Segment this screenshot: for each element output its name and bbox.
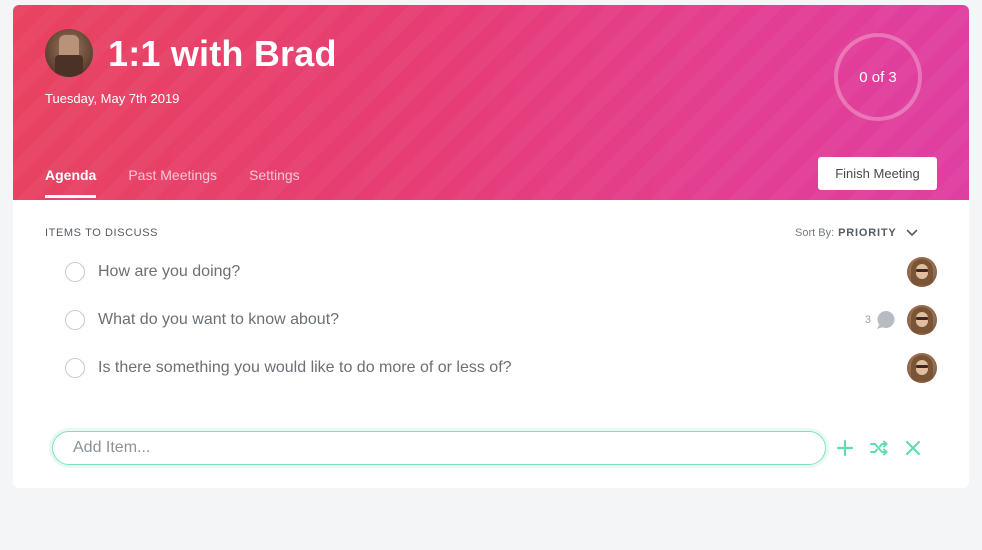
chevron-down-icon (907, 229, 918, 236)
finish-meeting-button[interactable]: Finish Meeting (818, 157, 937, 190)
shuffle-icon[interactable] (869, 438, 889, 458)
item-text[interactable]: Is there something you would like to do … (98, 359, 512, 377)
agenda-item: How are you doing? (65, 257, 937, 291)
agenda-item: Is there something you would like to do … (65, 353, 937, 387)
item-checkbox[interactable] (65, 262, 85, 282)
item-text[interactable]: How are you doing? (98, 263, 240, 281)
agenda-item: What do you want to know about? 3 (65, 305, 937, 339)
item-comments[interactable]: 3 (865, 310, 897, 330)
sort-prefix: Sort By: (795, 227, 835, 239)
plus-icon[interactable] (835, 438, 855, 458)
comment-count: 3 (864, 314, 871, 326)
progress-text: 0 of 3 (859, 68, 897, 86)
items-section-label: ITEMS TO DISCUSS (45, 227, 159, 239)
add-item-input[interactable] (73, 432, 803, 463)
meeting-title: 1:1 with Brad (108, 33, 337, 74)
sort-dropdown[interactable]: Sort By: PRIORITY (795, 227, 918, 239)
item-owner-avatar (907, 353, 937, 383)
add-item-field (52, 431, 826, 465)
tab-bar: Agenda Past Meetings Settings (45, 165, 332, 200)
sort-value: PRIORITY (838, 227, 897, 239)
progress-ring: 0 of 3 (834, 33, 922, 121)
item-text[interactable]: What do you want to know about? (98, 311, 339, 329)
tab-settings[interactable]: Settings (249, 165, 300, 198)
close-icon[interactable] (903, 438, 923, 458)
item-owner-avatar (907, 257, 937, 287)
meeting-date: Tuesday, May 7th 2019 (45, 91, 180, 106)
comment-bubble-icon (877, 311, 895, 329)
meeting-card: 1:1 with Brad Tuesday, May 7th 2019 0 of… (13, 5, 969, 488)
item-checkbox[interactable] (65, 358, 85, 378)
tab-past-meetings[interactable]: Past Meetings (128, 165, 217, 198)
tab-agenda[interactable]: Agenda (45, 165, 97, 198)
meeting-avatar (45, 29, 93, 77)
meeting-header: 1:1 with Brad Tuesday, May 7th 2019 0 of… (13, 5, 969, 200)
item-owner-avatar (907, 305, 937, 335)
item-checkbox[interactable] (65, 310, 85, 330)
